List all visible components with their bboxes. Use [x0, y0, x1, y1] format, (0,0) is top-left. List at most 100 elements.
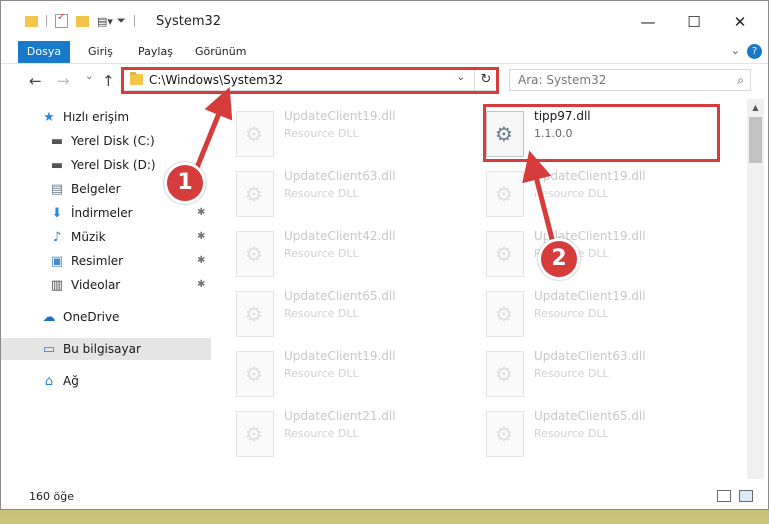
dll-file-icon: [486, 351, 524, 397]
tab-home[interactable]: Giriş: [88, 41, 113, 63]
vertical-scrollbar[interactable]: ▲: [747, 99, 764, 479]
file-description: Resource DLL: [284, 187, 359, 200]
expand-ribbon-icon[interactable]: ⌄: [731, 44, 740, 57]
forward-button[interactable]: →: [57, 72, 70, 90]
file-name: UpdateClient65.dll: [284, 289, 396, 303]
file-item[interactable]: UpdateClient19.dll Resource DLL: [466, 281, 706, 337]
sidebar-item-downloads[interactable]: ⬇ İndirmeler ✱: [1, 202, 211, 224]
address-bar[interactable]: C:\Windows\System32 ⌄ ↻: [123, 69, 498, 91]
file-name: UpdateClient19.dll: [534, 289, 646, 303]
file-explorer-window: ✓ ▤▾ ⏷ System32 — ☐ ✕ Dosya Giriş Paylaş…: [0, 0, 769, 510]
up-button[interactable]: ↑: [102, 72, 115, 90]
sidebar-item-onedrive[interactable]: ☁ OneDrive: [1, 306, 211, 328]
file-item[interactable]: UpdateClient19.dll Resource DLL: [216, 101, 456, 157]
sidebar-item-label: Bu bilgisayar: [63, 342, 141, 356]
file-description: Resource DLL: [534, 307, 609, 320]
scroll-up-icon[interactable]: ▲: [747, 99, 764, 116]
document-icon: ▤: [50, 181, 64, 197]
dll-file-icon: [486, 231, 524, 277]
computer-icon: ▭: [42, 341, 56, 357]
file-list: UpdateClient19.dll Resource DLL tipp97.d…: [216, 101, 746, 476]
dll-file-icon: [236, 171, 274, 217]
file-name: UpdateClient65.dll: [534, 409, 646, 423]
pictures-icon: ▣: [50, 253, 64, 269]
file-description: Resource DLL: [284, 247, 359, 260]
tab-view[interactable]: Görünüm: [195, 41, 246, 63]
file-item-tipp97[interactable]: tipp97.dll 1.1.0.0: [466, 101, 706, 157]
sidebar-item-local-disk-c[interactable]: ▬ Yerel Disk (C:): [1, 130, 211, 152]
maximize-button[interactable]: ☐: [674, 7, 714, 37]
file-item[interactable]: UpdateClient63.dll Resource DLL: [216, 161, 456, 217]
file-name: UpdateClient19.dll: [534, 169, 646, 183]
back-button[interactable]: ←: [29, 72, 42, 90]
help-icon[interactable]: ?: [747, 44, 762, 59]
search-icon[interactable]: ⌕: [737, 73, 744, 88]
video-icon: ▥: [50, 277, 64, 293]
recent-locations-button[interactable]: ⌄: [85, 71, 93, 82]
status-bar: 160 öğe: [1, 485, 768, 509]
new-folder-icon[interactable]: [76, 15, 89, 27]
sidebar-item-network[interactable]: ⌂ Ağ: [1, 370, 211, 392]
dll-file-icon: [486, 411, 524, 457]
pin-icon[interactable]: ✱: [197, 255, 205, 266]
sidebar-item-music[interactable]: ♪ Müzik ✱: [1, 226, 211, 248]
address-dropdown-icon[interactable]: ⌄: [457, 72, 465, 83]
separator: [46, 15, 47, 27]
file-item[interactable]: UpdateClient19.dll Resource DLL: [466, 161, 706, 217]
file-name: UpdateClient21.dll: [284, 409, 396, 423]
sidebar-item-label: İndirmeler: [71, 206, 133, 220]
search-input[interactable]: [516, 72, 730, 88]
tab-file[interactable]: Dosya: [18, 41, 70, 63]
sidebar-item-quick-access[interactable]: ★ Hızlı erişim: [1, 106, 211, 128]
file-item[interactable]: UpdateClient65.dll Resource DLL: [216, 281, 456, 337]
navigation-pane: ★ Hızlı erişim ▬ Yerel Disk (C:) ▬ Yerel…: [1, 101, 211, 481]
refresh-icon[interactable]: ↻: [474, 70, 497, 90]
network-icon: ⌂: [44, 373, 54, 389]
sidebar-item-videos[interactable]: ▥ Videolar ✱: [1, 274, 211, 296]
file-description: 1.1.0.0: [534, 127, 573, 140]
large-icons-view-icon[interactable]: [739, 490, 753, 502]
file-name: UpdateClient42.dll: [284, 229, 396, 243]
pin-icon[interactable]: ✱: [197, 279, 205, 290]
scrollbar-thumb[interactable]: [749, 117, 762, 163]
customize-toolbar-icon[interactable]: ▤▾: [97, 15, 113, 28]
navigation-bar: ← → ⌄ ↑ C:\Windows\System32 ⌄ ↻ ⌕: [1, 64, 768, 97]
file-item[interactable]: UpdateClient42.dll Resource DLL: [216, 221, 456, 277]
file-name: UpdateClient19.dll: [284, 109, 396, 123]
file-item[interactable]: UpdateClient63.dll Resource DLL: [466, 341, 706, 397]
dll-file-icon: [236, 351, 274, 397]
folder-icon: [130, 72, 143, 85]
address-path: C:\Windows\System32: [149, 73, 284, 87]
sidebar-item-label: Hızlı erişim: [63, 110, 130, 124]
sidebar-item-pictures[interactable]: ▣ Resimler ✱: [1, 250, 211, 272]
item-count: 160 öğe: [29, 490, 74, 503]
sidebar-item-this-pc[interactable]: ▭ Bu bilgisayar: [1, 338, 211, 360]
window-title: System32: [156, 14, 222, 29]
properties-icon[interactable]: ✓: [55, 12, 68, 28]
file-item[interactable]: UpdateClient19.dll Resource DLL: [466, 221, 706, 277]
minimize-button[interactable]: —: [628, 7, 668, 37]
file-item[interactable]: UpdateClient21.dll Resource DLL: [216, 401, 456, 457]
details-view-icon[interactable]: [717, 490, 731, 502]
file-description: Resource DLL: [284, 307, 359, 320]
toolbar-dropdown-icon[interactable]: ⏷: [117, 14, 126, 28]
file-description: Resource DLL: [534, 427, 609, 440]
dll-file-icon: [236, 411, 274, 457]
search-box[interactable]: ⌕: [509, 69, 751, 91]
tab-share[interactable]: Paylaş: [138, 41, 173, 63]
file-description: Resource DLL: [284, 427, 359, 440]
file-description: Resource DLL: [284, 127, 359, 140]
separator: [133, 15, 135, 27]
file-description: Resource DLL: [534, 367, 609, 380]
dll-file-icon: [236, 231, 274, 277]
step-1-badge: 1: [164, 162, 206, 204]
dll-file-icon: [486, 171, 524, 217]
drive-icon: ▬: [50, 157, 64, 173]
file-item[interactable]: UpdateClient19.dll Resource DLL: [216, 341, 456, 397]
file-name: UpdateClient63.dll: [534, 349, 646, 363]
file-item[interactable]: UpdateClient65.dll Resource DLL: [466, 401, 706, 457]
pin-icon[interactable]: ✱: [197, 207, 205, 218]
close-button[interactable]: ✕: [720, 7, 760, 37]
folder-icon: [25, 15, 38, 27]
pin-icon[interactable]: ✱: [197, 231, 205, 242]
